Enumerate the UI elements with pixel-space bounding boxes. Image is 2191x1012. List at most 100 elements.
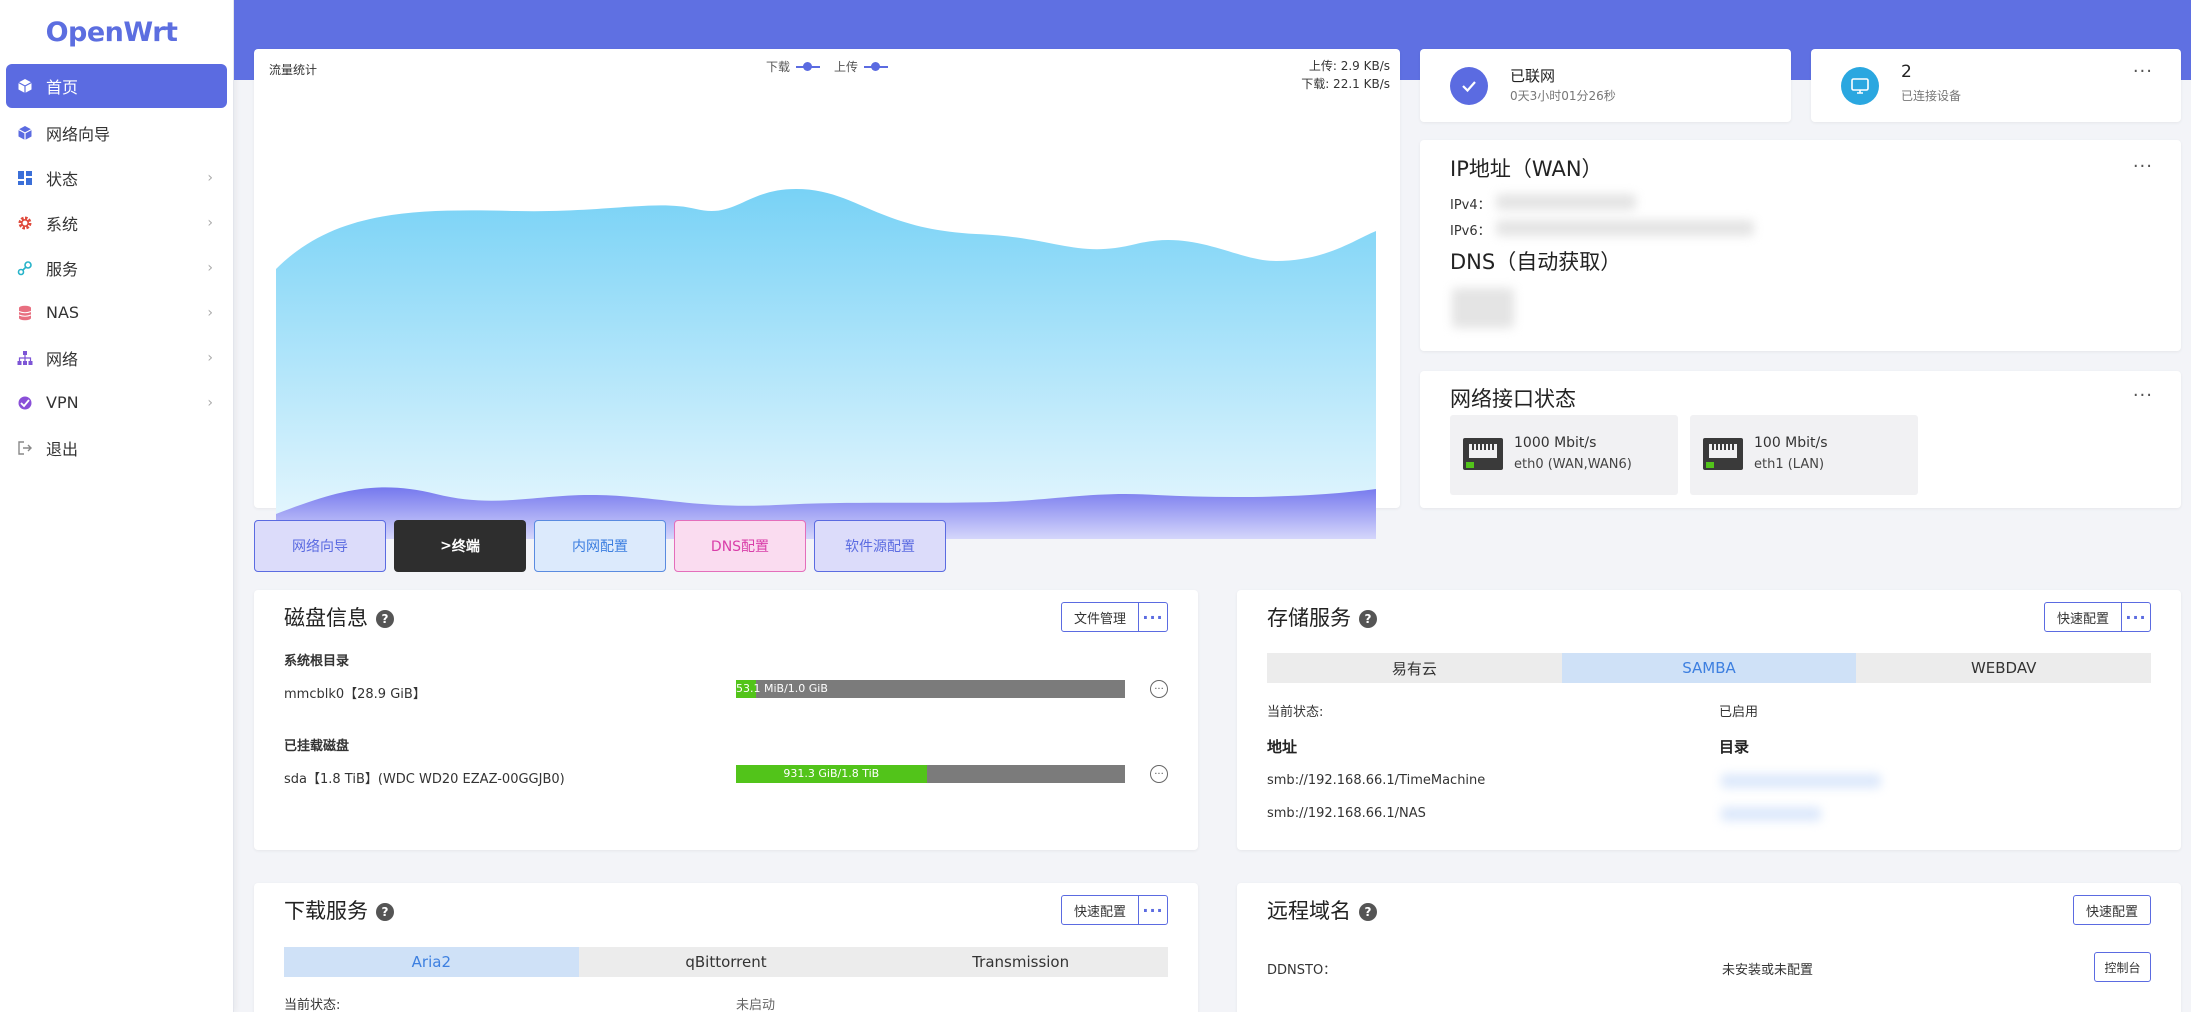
devices-label: 已连接设备 [1901, 89, 1962, 103]
interface-eth0[interactable]: 1000 Mbit/s eth0 (WAN,WAN6) [1450, 415, 1678, 495]
more-button[interactable]: ··· [1138, 602, 1168, 632]
sidebar-item-home[interactable]: 首页 [6, 64, 227, 108]
sidebar-item-label: 服务 [46, 259, 79, 279]
more-button[interactable]: ··· [1138, 895, 1168, 925]
lan-config-button[interactable]: 内网配置 [534, 520, 666, 572]
ip-title: IP地址（WAN） [1450, 157, 1603, 181]
download-rate: 下载: 22.1 KB/s [1301, 77, 1390, 91]
interface-eth1[interactable]: 100 Mbit/s eth1 (LAN) [1690, 415, 1918, 495]
disk-more-icon[interactable]: ··· [1150, 680, 1168, 698]
ipv4-label: IPv4： [1450, 198, 1491, 213]
cube-icon [16, 77, 34, 95]
sidebar-item-label: 首页 [46, 78, 79, 97]
remote-domain-card: 远程域名? 快速配置 DDNSTO： 未安装或未配置 控制台 [1237, 883, 2181, 1012]
file-manager-button[interactable]: 文件管理 [1061, 602, 1139, 632]
tab-qbittorrent[interactable]: qBittorrent [579, 947, 874, 977]
storage-status-label: 当前状态: [1267, 705, 1324, 720]
ddnsto-label: DDNSTO： [1267, 963, 1337, 978]
more-button[interactable]: ··· [2121, 602, 2151, 632]
chevron-right-icon: › [207, 214, 213, 231]
ipv6-value-redacted [1496, 220, 1754, 236]
download-area [276, 189, 1376, 539]
sidebar-item-status[interactable]: 状态 › [6, 155, 227, 200]
openwrt-logo[interactable]: OpenWrt [0, 0, 233, 64]
download-title: 下载服务? [284, 895, 394, 925]
sidebar-item-vpn[interactable]: VPN › [6, 380, 227, 425]
gear-icon [16, 214, 34, 232]
legend-marker-icon [796, 61, 821, 71]
mounted-heading: 已挂载磁盘 [284, 739, 350, 754]
uptime: 0天3小时01分26秒 [1510, 89, 1616, 103]
sidebar-item-wizard[interactable]: 网络向导 [6, 110, 227, 155]
mounted-disk-name: sda【1.8 TiB】(WDC WD20 EZAZ-00GGJB0) [284, 772, 565, 787]
network-icon [16, 349, 34, 367]
tab-webdav[interactable]: WEBDAV [1856, 653, 2151, 683]
ddnsto-status: 未安装或未配置 [1722, 963, 1814, 978]
interface-speed: 100 Mbit/s [1754, 435, 1828, 451]
software-source-button[interactable]: 软件源配置 [814, 520, 946, 572]
terminal-button[interactable]: > 终端 [394, 520, 526, 572]
samba-address[interactable]: smb://192.168.66.1/TimeMachine [1267, 773, 1485, 788]
check-icon [1450, 67, 1488, 105]
chevron-right-icon: › [207, 169, 213, 186]
dns-config-button[interactable]: DNS配置 [674, 520, 806, 572]
quick-config-button[interactable]: 快速配置 [2073, 895, 2151, 925]
sidebar-item-label: 网络 [46, 349, 79, 369]
help-icon[interactable]: ? [376, 610, 394, 628]
cube-icon [16, 124, 34, 142]
mounted-usage-text: 931.3 GiB/1.8 TiB [736, 765, 927, 783]
database-icon [16, 304, 34, 322]
sidebar-item-label: 状态 [46, 169, 79, 189]
sidebar-item-label: NAS [46, 303, 80, 322]
chevron-right-icon: › [207, 394, 213, 411]
wizard-button[interactable]: 网络向导 [254, 520, 386, 572]
tab-transmission[interactable]: Transmission [873, 947, 1168, 977]
directory-redacted [1721, 807, 1821, 821]
sidebar-item-network[interactable]: 网络 › [6, 335, 227, 380]
ethernet-port-icon [1463, 438, 1503, 470]
tab-istoreos-cloud[interactable]: 易有云 [1267, 653, 1562, 683]
interfaces-title: 网络接口状态 [1450, 387, 1576, 411]
sidebar-item-logout[interactable]: 退出 [6, 425, 227, 470]
storage-title: 存储服务? [1267, 602, 1377, 632]
traffic-card: 流量统计 下载 上传 上传: 2.9 KB/s 下载: 22.1 KB/s [254, 49, 1400, 539]
download-status-label: 当前状态: [284, 998, 341, 1012]
storage-status-value: 已启用 [1719, 705, 1759, 720]
legend-marker-icon [864, 61, 889, 71]
traffic-legend: 下载 上传 [766, 58, 889, 75]
more-icon[interactable]: ··· [2133, 63, 2153, 81]
quick-config-button[interactable]: 快速配置 [1061, 895, 1139, 925]
download-tabs: Aria2 qBittorrent Transmission [284, 947, 1168, 977]
chevron-right-icon: › [207, 349, 213, 366]
directory-redacted [1721, 774, 1881, 788]
more-icon[interactable]: ··· [2133, 158, 2153, 176]
monitor-icon [1841, 67, 1879, 105]
legend-download[interactable]: 下载 [766, 58, 821, 75]
help-icon[interactable]: ? [1359, 610, 1377, 628]
help-icon[interactable]: ? [376, 903, 394, 921]
root-disk-name: mmcblk0【28.9 GiB】 [284, 687, 426, 702]
sidebar-item-services[interactable]: 服务 › [6, 245, 227, 290]
sidebar-item-nas[interactable]: NAS › [6, 290, 227, 335]
devices-count: 2 [1901, 62, 1912, 82]
console-button[interactable]: 控制台 [2094, 952, 2151, 982]
devices-card: 2 已连接设备 ··· [1811, 49, 2181, 122]
samba-address[interactable]: smb://192.168.66.1/NAS [1267, 806, 1426, 821]
disk-more-icon[interactable]: ··· [1150, 765, 1168, 783]
traffic-title: 流量统计 [269, 63, 318, 77]
more-icon[interactable]: ··· [2133, 387, 2153, 405]
download-status-value: 未启动 [736, 998, 776, 1012]
ipv6-label: IPv6： [1450, 224, 1491, 239]
help-icon[interactable]: ? [1359, 903, 1377, 921]
tab-aria2[interactable]: Aria2 [284, 947, 579, 977]
tab-samba[interactable]: SAMBA [1561, 653, 1857, 683]
disk-card: 磁盘信息? 文件管理 ··· 系统根目录 mmcblk0【28.9 GiB】 5… [254, 590, 1198, 850]
terminal-prompt-icon: > [440, 538, 452, 554]
remote-title: 远程域名? [1267, 895, 1377, 925]
quick-config-button[interactable]: 快速配置 [2044, 602, 2122, 632]
traffic-rates: 上传: 2.9 KB/s 下载: 22.1 KB/s [1301, 57, 1390, 93]
legend-upload[interactable]: 上传 [834, 58, 889, 75]
logout-icon [16, 439, 34, 457]
sidebar-item-system[interactable]: 系统 › [6, 200, 227, 245]
connection-card: 已联网 0天3小时01分26秒 [1420, 49, 1791, 122]
